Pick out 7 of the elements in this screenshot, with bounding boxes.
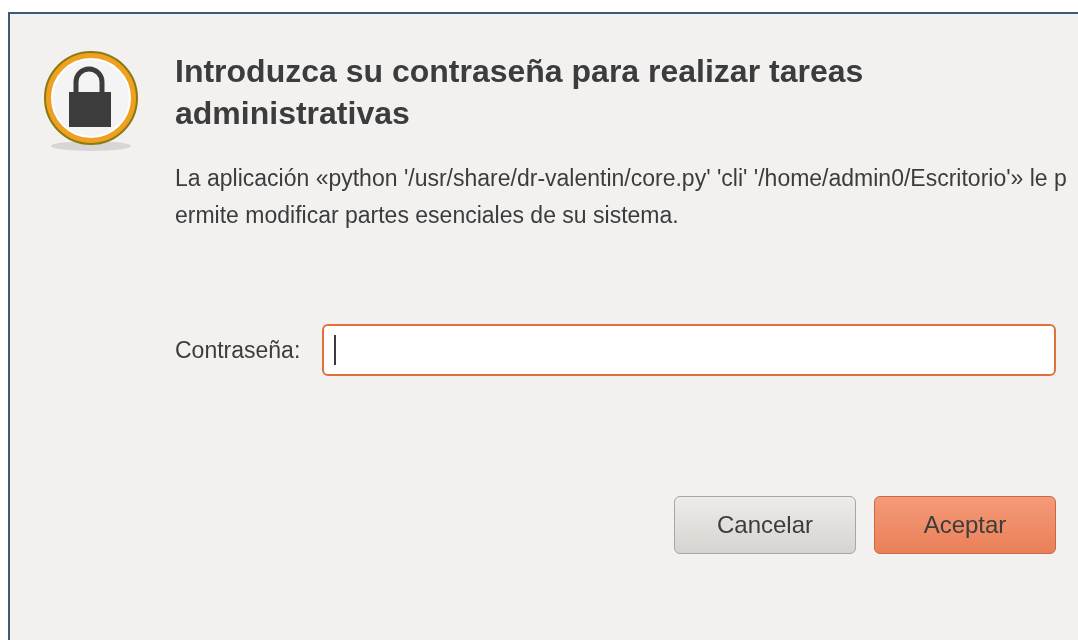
dialog-title: Introduzca su contraseña para realizar tareas administrativas: [175, 52, 865, 133]
dialog-message: La aplicación «python '/usr/share/dr-valentin/core.py' 'cli' '/home/admin0/Escritorio'» le permite modificar partes esenciales de su sistema.: [175, 164, 1068, 230]
dialog-button[interactable]: Cancelar: [674, 496, 856, 554]
password-label: Contraseña:: [175, 335, 301, 365]
padlock-icon: [42, 48, 140, 152]
password-field[interactable]: [322, 324, 1056, 376]
dialog-button[interactable]: Aceptar: [874, 496, 1056, 554]
